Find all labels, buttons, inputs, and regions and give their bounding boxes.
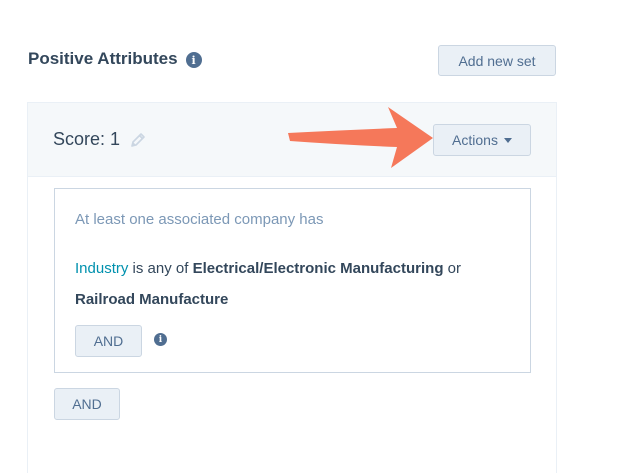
filter-property-link[interactable]: Industry — [75, 260, 128, 277]
section-title: Positive Attributes — [28, 49, 178, 68]
score-label: Score: 1 — [53, 129, 121, 149]
filter-value-1: Electrical/Electronic Manufacturing — [192, 260, 444, 277]
score-title: Score: 1 — [53, 129, 148, 150]
filter-operator: is any of — [132, 260, 189, 277]
caret-down-icon — [503, 137, 512, 143]
pencil-icon[interactable] — [128, 130, 148, 150]
info-icon[interactable]: i — [185, 52, 202, 68]
add-new-set-button[interactable]: Add new set — [438, 45, 556, 76]
filter-intro: At least one associated company has — [75, 211, 324, 228]
actions-dropdown-button[interactable]: Actions — [433, 124, 531, 156]
actions-label: Actions — [452, 132, 498, 148]
filter-joiner: or — [447, 260, 461, 277]
card-header: Score: 1 Actions — [28, 103, 556, 177]
outer-and-button[interactable]: AND — [54, 388, 120, 420]
page: Positive Attributes i Add new set Score:… — [0, 0, 642, 473]
filter-value-2: Railroad Manufacture — [75, 291, 229, 308]
inner-and-button[interactable]: AND — [75, 325, 142, 357]
filter-condition: Industry is any of Electrical/Electronic… — [75, 253, 525, 315]
info-icon[interactable]: i — [154, 333, 167, 346]
score-card: Score: 1 Actions At least one associated… — [27, 102, 557, 473]
filter-group: At least one associated company has Indu… — [54, 188, 531, 373]
section-header: Positive Attributes i — [28, 49, 202, 69]
